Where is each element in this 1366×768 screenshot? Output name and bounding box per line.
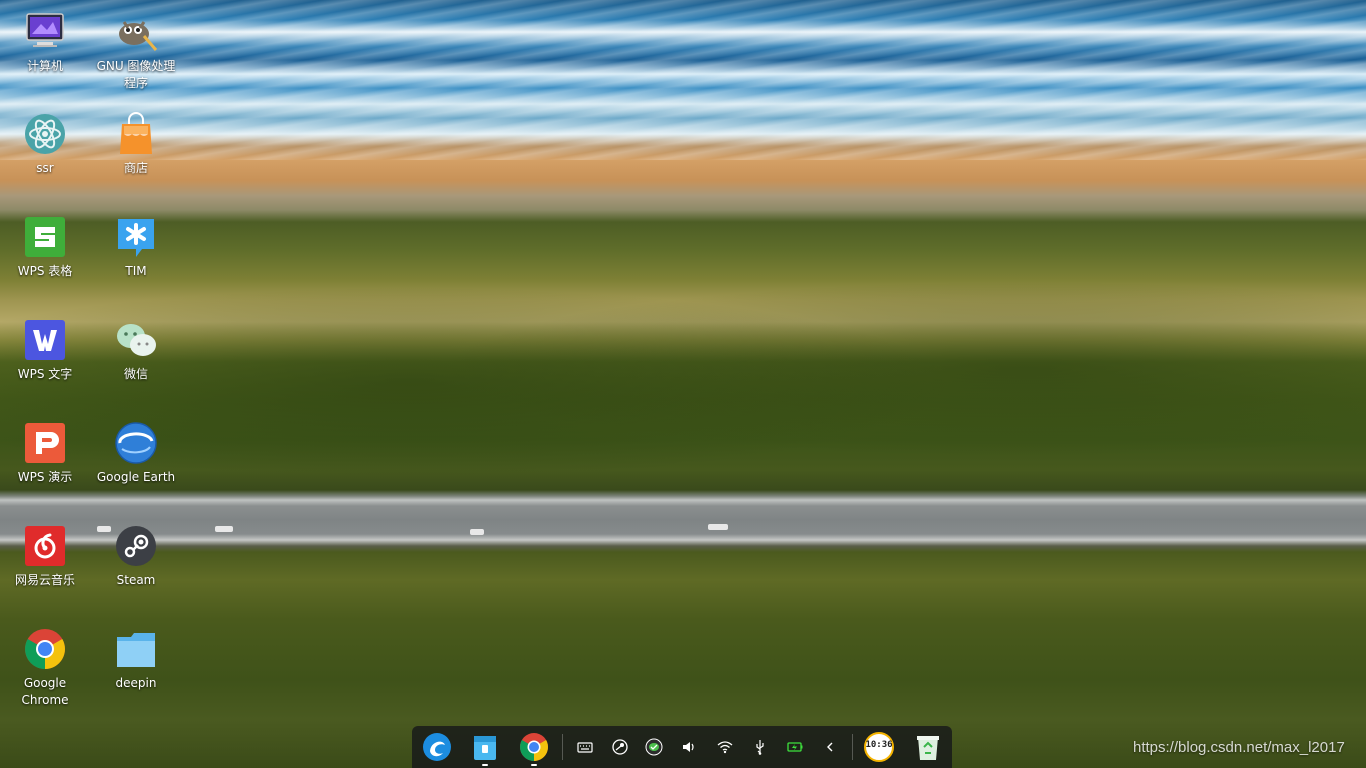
google-earth-icon xyxy=(114,421,158,465)
netease-music-icon xyxy=(23,524,67,568)
watermark: https://blog.csdn.net/max_l2017 xyxy=(1133,739,1345,756)
chrome-icon xyxy=(23,627,67,671)
usb-icon[interactable] xyxy=(751,738,769,756)
gimp-icon xyxy=(114,10,158,54)
wifi-icon[interactable] xyxy=(716,738,734,756)
dock-separator xyxy=(852,734,853,760)
tim-icon xyxy=(114,215,158,259)
keyboard-icon[interactable] xyxy=(576,738,594,756)
clock-widget[interactable]: 10:36 xyxy=(863,731,895,763)
desktop-icon-store[interactable]: 商店 xyxy=(91,112,181,177)
dock: 10:36 xyxy=(412,726,952,768)
desktop-icon-google-earth[interactable]: Google Earth xyxy=(91,421,181,486)
running-indicator xyxy=(482,764,488,766)
expand-arrow-icon[interactable] xyxy=(821,738,839,756)
volume-icon[interactable] xyxy=(680,738,698,756)
desktop-icon-google-chrome[interactable]: Google Chrome xyxy=(0,627,90,709)
desktop-icon-ssr[interactable]: ssr xyxy=(0,112,90,177)
battery-icon[interactable] xyxy=(786,738,804,756)
desktop-wallpaper xyxy=(0,0,1366,768)
clock-time: 10:36 xyxy=(865,740,893,750)
wechat-tray-icon[interactable] xyxy=(645,738,663,756)
ssr-icon xyxy=(23,112,67,156)
steam-tray-icon[interactable] xyxy=(611,738,629,756)
trash-icon[interactable] xyxy=(912,731,944,763)
wechat-icon xyxy=(114,318,158,362)
wps-spreadsheet-icon xyxy=(23,215,67,259)
store-icon xyxy=(114,112,158,156)
desktop-icon-netease-music[interactable]: 网易云音乐 xyxy=(0,524,90,589)
files-icon[interactable] xyxy=(469,731,501,766)
desktop-icon-wps-writer[interactable]: WPS 文字 xyxy=(0,318,90,383)
desktop-icon-tim[interactable]: TIM xyxy=(91,215,181,280)
car xyxy=(215,526,233,532)
wps-presentation-icon xyxy=(23,421,67,465)
desktop-icon-steam[interactable]: Steam xyxy=(91,524,181,589)
desktop-icon-wps-presentation[interactable]: WPS 演示 xyxy=(0,421,90,486)
running-indicator xyxy=(531,764,537,766)
chrome-icon[interactable] xyxy=(518,731,550,766)
desktop-icon-deepin-folder[interactable]: deepin xyxy=(91,627,181,692)
steam-icon xyxy=(114,524,158,568)
folder-icon xyxy=(114,627,158,671)
launcher-icon[interactable] xyxy=(421,731,453,763)
computer-icon xyxy=(23,10,67,54)
car xyxy=(708,524,728,530)
desktop-icon-computer[interactable]: 计算机 xyxy=(0,10,90,75)
dock-separator xyxy=(562,734,563,760)
desktop-icon-wechat[interactable]: 微信 xyxy=(91,318,181,383)
wps-writer-icon xyxy=(23,318,67,362)
desktop-icon-gimp[interactable]: GNU 图像处理程序 xyxy=(91,10,181,92)
desktop-icon-wps-spreadsheet[interactable]: WPS 表格 xyxy=(0,215,90,280)
car xyxy=(470,529,484,535)
